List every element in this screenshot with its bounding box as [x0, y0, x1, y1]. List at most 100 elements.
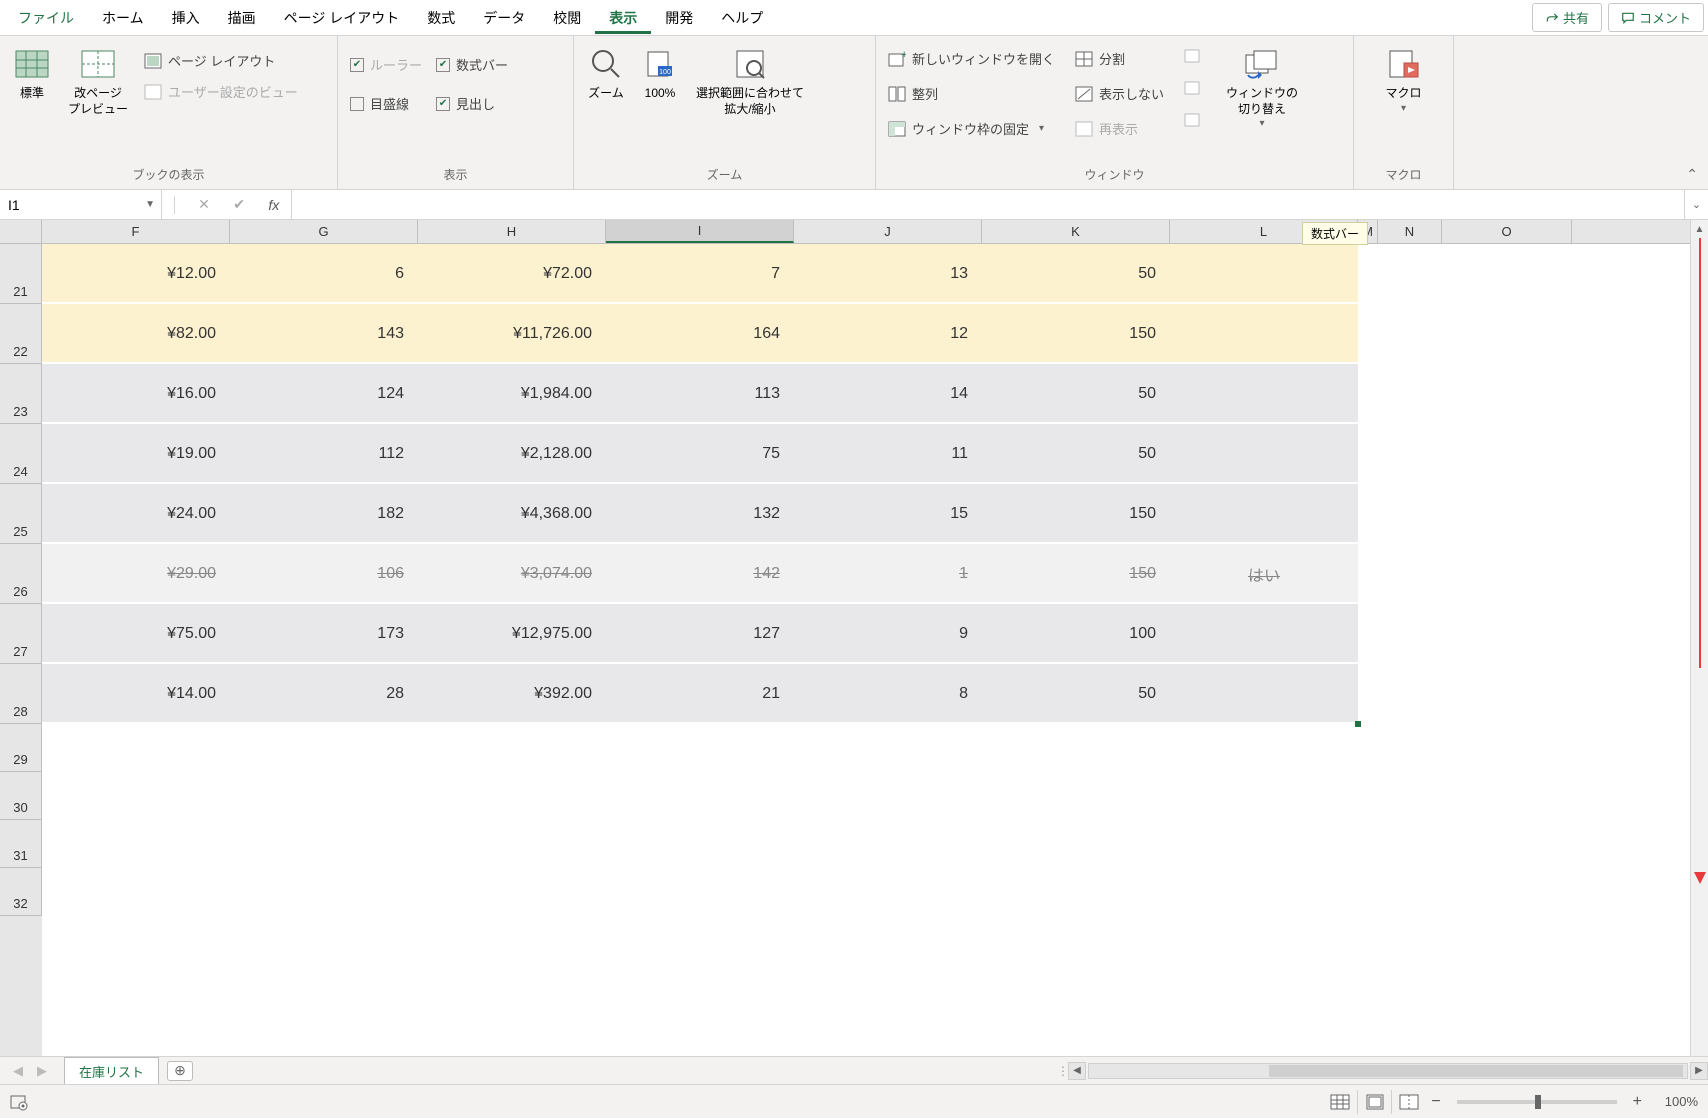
cell-F22[interactable]: ¥82.00	[42, 304, 230, 364]
column-header-J[interactable]: J	[794, 220, 982, 243]
arrange-button[interactable]: 整列	[884, 81, 1059, 106]
cell-G26[interactable]: 106	[230, 544, 418, 604]
cell-I24[interactable]: 75	[606, 424, 794, 484]
cell-J24[interactable]: 11	[794, 424, 982, 484]
zoom-100-button[interactable]: 100 100%	[636, 42, 684, 106]
cell-J28[interactable]: 8	[794, 664, 982, 724]
cell-H23[interactable]: ¥1,984.00	[418, 364, 606, 424]
cell-G23[interactable]: 124	[230, 364, 418, 424]
cell-J23[interactable]: 14	[794, 364, 982, 424]
formula-bar-expand[interactable]: ⌄	[1684, 190, 1708, 219]
menu-tab-数式[interactable]: 数式	[413, 2, 469, 34]
cell-F26[interactable]: ¥29.00	[42, 544, 230, 604]
cell-K21[interactable]: 50	[982, 244, 1170, 304]
menu-tab-ページ レイアウト[interactable]: ページ レイアウト	[270, 2, 414, 34]
cell-I27[interactable]: 127	[606, 604, 794, 664]
page-layout-button[interactable]: ページ レイアウト	[140, 48, 302, 73]
menu-tab-挿入[interactable]: 挿入	[158, 2, 214, 34]
ruler-checkbox[interactable]: ルーラー	[346, 52, 426, 77]
cell-I26[interactable]: 142	[606, 544, 794, 604]
pagebreak-preview-button[interactable]: 改ページ プレビュー	[62, 42, 134, 121]
split-button[interactable]: 分割	[1071, 46, 1168, 71]
name-box[interactable]: I1 ▼	[0, 190, 162, 219]
vertical-scrollbar[interactable]: ▲ ▼	[1690, 244, 1708, 1084]
select-all-corner[interactable]	[0, 220, 42, 243]
cell-G27[interactable]: 173	[230, 604, 418, 664]
row-header-31[interactable]: 31	[0, 820, 42, 868]
macro-button[interactable]: マクロ ▾	[1379, 42, 1427, 119]
share-button[interactable]: 共有	[1532, 3, 1602, 32]
formula-input[interactable]	[292, 190, 1684, 219]
cell-I21[interactable]: 7	[606, 244, 794, 304]
normal-view-button[interactable]: 標準	[8, 42, 56, 106]
cell-J27[interactable]: 9	[794, 604, 982, 664]
cell-K26[interactable]: 150	[982, 544, 1170, 604]
add-sheet-button[interactable]: ⊕	[167, 1061, 193, 1081]
row-header-28[interactable]: 28	[0, 664, 42, 724]
hscroll-right-icon[interactable]: ▶	[1690, 1062, 1708, 1080]
headings-checkbox[interactable]: 見出し	[432, 91, 512, 116]
sheet-nav-prev-icon[interactable]: ◀	[13, 1063, 23, 1079]
column-header-K[interactable]: K	[982, 220, 1170, 243]
cell-J26[interactable]: 1	[794, 544, 982, 604]
cell-K28[interactable]: 50	[982, 664, 1170, 724]
cell-G24[interactable]: 112	[230, 424, 418, 484]
zoom-fit-button[interactable]: 選択範囲に合わせて 拡大/縮小	[690, 42, 810, 121]
menu-tab-表示[interactable]: 表示	[595, 2, 651, 34]
menu-tab-ヘルプ[interactable]: ヘルプ	[707, 2, 777, 34]
cells-area[interactable]: ¥12.006¥72.0071350¥82.00143¥11,726.00164…	[42, 244, 1708, 1084]
cell-K23[interactable]: 50	[982, 364, 1170, 424]
cell-F28[interactable]: ¥14.00	[42, 664, 230, 724]
column-header-H[interactable]: H	[418, 220, 606, 243]
record-macro-icon[interactable]	[10, 1093, 28, 1111]
win-icon-3[interactable]	[1180, 110, 1206, 132]
cell-I22[interactable]: 164	[606, 304, 794, 364]
cell-F24[interactable]: ¥19.00	[42, 424, 230, 484]
column-header-I[interactable]: I	[606, 220, 794, 243]
switch-window-button[interactable]: ウィンドウの 切り替え ▾	[1220, 42, 1304, 134]
menu-tab-描画[interactable]: 描画	[214, 2, 270, 34]
row-header-32[interactable]: 32	[0, 868, 42, 916]
cell-H21[interactable]: ¥72.00	[418, 244, 606, 304]
view-normal-button[interactable]	[1323, 1090, 1357, 1114]
win-icon-2[interactable]	[1180, 78, 1206, 100]
unhide-button[interactable]: 再表示	[1071, 116, 1168, 141]
cancel-icon[interactable]: ✕	[198, 196, 210, 213]
cell-I25[interactable]: 132	[606, 484, 794, 544]
sheet-nav-next-icon[interactable]: ▶	[37, 1063, 47, 1079]
cell-J25[interactable]: 15	[794, 484, 982, 544]
sheet-nav[interactable]: ◀▶	[0, 1063, 60, 1079]
fill-handle[interactable]	[1355, 721, 1361, 727]
fx-icon[interactable]: fx	[268, 197, 279, 213]
cell-L26[interactable]: はい	[1170, 544, 1358, 604]
row-header-25[interactable]: 25	[0, 484, 42, 544]
new-window-button[interactable]: +新しいウィンドウを開く	[884, 46, 1059, 71]
zoom-in-button[interactable]: +	[1627, 1093, 1648, 1111]
cell-H27[interactable]: ¥12,975.00	[418, 604, 606, 664]
cell-K24[interactable]: 50	[982, 424, 1170, 484]
cell-G22[interactable]: 143	[230, 304, 418, 364]
row-header-30[interactable]: 30	[0, 772, 42, 820]
cell-K27[interactable]: 100	[982, 604, 1170, 664]
cell-F21[interactable]: ¥12.00	[42, 244, 230, 304]
cell-F27[interactable]: ¥75.00	[42, 604, 230, 664]
cell-J22[interactable]: 12	[794, 304, 982, 364]
win-icon-1[interactable]	[1180, 46, 1206, 68]
cell-K25[interactable]: 150	[982, 484, 1170, 544]
freeze-panes-button[interactable]: ウィンドウ枠の固定▾	[884, 116, 1059, 141]
enter-icon[interactable]: ✔	[233, 196, 245, 213]
row-header-23[interactable]: 23	[0, 364, 42, 424]
hscroll-thumb[interactable]	[1269, 1065, 1683, 1077]
cell-F23[interactable]: ¥16.00	[42, 364, 230, 424]
cell-J21[interactable]: 13	[794, 244, 982, 304]
cell-I23[interactable]: 113	[606, 364, 794, 424]
row-header-27[interactable]: 27	[0, 604, 42, 664]
custom-view-button[interactable]: ユーザー設定のビュー	[140, 79, 302, 104]
row-header-21[interactable]: 21	[0, 244, 42, 304]
cell-H25[interactable]: ¥4,368.00	[418, 484, 606, 544]
menu-tab-ファイル[interactable]: ファイル	[4, 2, 88, 34]
column-header-N[interactable]: N	[1378, 220, 1442, 243]
hide-button[interactable]: 表示しない	[1071, 81, 1168, 106]
cell-F25[interactable]: ¥24.00	[42, 484, 230, 544]
cell-H28[interactable]: ¥392.00	[418, 664, 606, 724]
